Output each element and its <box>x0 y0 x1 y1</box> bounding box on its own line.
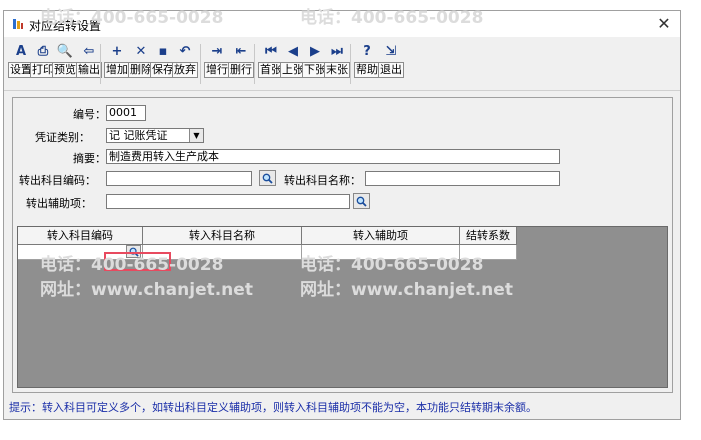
summary-label: 摘要： <box>73 152 106 165</box>
out-account-name-field[interactable] <box>365 171 560 186</box>
toolbar-icon: ⏮ <box>265 43 277 59</box>
toolbar-icon: ✕ <box>135 43 147 59</box>
toolbar-label: 帮助 <box>354 62 380 78</box>
toolbar-label: 增加 <box>104 62 130 78</box>
transfer-in-grid: 转入科目编码 转入科目名称 转入辅助项 结转系数 <box>17 226 668 388</box>
chevron-down-icon[interactable]: ▼ <box>189 129 203 142</box>
code-field[interactable]: 0001 <box>106 105 146 121</box>
toolbar-label: 末张 <box>324 62 350 78</box>
toolbar-button-9[interactable]: ⇤ 删行 <box>228 42 254 86</box>
app-icon <box>13 19 23 29</box>
out-account-code-field[interactable] <box>106 171 252 186</box>
cell-in-aux[interactable] <box>302 245 460 260</box>
toolbar-icon: ↶ <box>179 43 191 59</box>
toolbar: A 设置 ⎙ 打印 🔍 预览 ⇦ 输出 + 增加 ✕ 删除 ▪ 保存 ↶ 放弃 ⇥ 增行 ⇤ 删行 ⏮ 首张 ◀ 上张 ▶ 下张 ⏭… <box>4 38 680 91</box>
code-label: 编号： <box>73 108 106 121</box>
highlight-box <box>104 252 171 271</box>
form-panel: 编号： 0001 凭证类别： 记 记账凭证 ▼ 摘要： 制造费用转入生产成本 转… <box>12 97 673 393</box>
status-hint: 提示：转入科目可定义多个，如转出科目定义辅助项，则转入科目辅助项不能为空，本功能… <box>9 401 537 414</box>
toolbar-icon: ? <box>363 43 371 59</box>
toolbar-label: 增行 <box>204 62 230 78</box>
toolbar-button-4[interactable]: + 增加 <box>104 42 130 86</box>
out-aux-field[interactable] <box>106 194 350 209</box>
out-account-name-label: 转出科目名称： <box>284 174 361 187</box>
voucher-type-value: 记 记账凭证 <box>109 129 168 142</box>
grid-header: 转入科目编码 转入科目名称 转入辅助项 结转系数 <box>18 227 517 245</box>
col-header-in-account-name[interactable]: 转入科目名称 <box>143 227 302 245</box>
window-title: 对应结转设置 <box>29 19 102 33</box>
table-row[interactable] <box>18 245 517 260</box>
toolbar-label: 删行 <box>228 62 254 78</box>
toolbar-button-14[interactable]: ? 帮助 <box>354 42 380 86</box>
toolbar-separator <box>100 44 101 84</box>
toolbar-button-3[interactable]: ⇦ 输出 <box>76 42 102 86</box>
toolbar-icon: + <box>111 43 123 59</box>
toolbar-label: 输出 <box>76 62 102 78</box>
toolbar-label: 预览 <box>52 62 78 78</box>
toolbar-separator <box>200 44 201 84</box>
out-aux-label: 转出辅助项： <box>26 197 92 210</box>
toolbar-separator <box>254 44 255 84</box>
out-aux-lookup-button[interactable] <box>353 193 370 209</box>
search-icon <box>262 173 273 184</box>
toolbar-icon: ▶ <box>310 43 320 59</box>
toolbar-icon: ⎙ <box>37 43 49 59</box>
toolbar-icon: ⇥ <box>211 43 223 59</box>
search-icon <box>356 196 367 207</box>
toolbar-icon: ⇲ <box>385 43 397 59</box>
toolbar-icon: ⇤ <box>235 43 247 59</box>
toolbar-icon: 🔍 <box>56 43 74 59</box>
col-header-in-aux[interactable]: 转入辅助项 <box>302 227 460 245</box>
toolbar-separator <box>350 44 351 84</box>
summary-field[interactable]: 制造费用转入生产成本 <box>106 149 560 164</box>
toolbar-button-13[interactable]: ⏭ 末张 <box>324 42 350 86</box>
col-header-in-account-code[interactable]: 转入科目编码 <box>18 227 143 245</box>
toolbar-icon: A <box>15 43 27 59</box>
toolbar-button-2[interactable]: 🔍 预览 <box>52 42 78 86</box>
toolbar-label: 放弃 <box>172 62 198 78</box>
close-button[interactable]: ✕ <box>654 14 674 34</box>
voucher-type-select[interactable]: 记 记账凭证 ▼ <box>106 128 204 143</box>
toolbar-icon: ⏭ <box>331 43 343 59</box>
toolbar-button-8[interactable]: ⇥ 增行 <box>204 42 230 86</box>
dialog-window: 对应结转设置 ✕ A 设置 ⎙ 打印 🔍 预览 ⇦ 输出 + 增加 ✕ 删除 ▪ 保存 ↶ 放弃 ⇥ 增行 ⇤ 删行 ⏮… <box>3 10 681 420</box>
cell-coefficient[interactable] <box>460 245 517 260</box>
col-header-coefficient[interactable]: 结转系数 <box>460 227 517 245</box>
toolbar-button-7[interactable]: ↶ 放弃 <box>172 42 198 86</box>
out-account-code-label: 转出科目编码： <box>19 174 96 187</box>
voucher-type-label: 凭证类别： <box>35 131 90 144</box>
toolbar-button-15[interactable]: ⇲ 退出 <box>378 42 404 86</box>
toolbar-icon: ⇦ <box>83 43 95 59</box>
title-bar: 对应结转设置 ✕ <box>4 11 680 37</box>
toolbar-icon: ▪ <box>158 43 168 59</box>
toolbar-label: 退出 <box>378 62 404 78</box>
toolbar-icon: ◀ <box>288 43 298 59</box>
out-account-code-lookup-button[interactable] <box>259 170 276 186</box>
